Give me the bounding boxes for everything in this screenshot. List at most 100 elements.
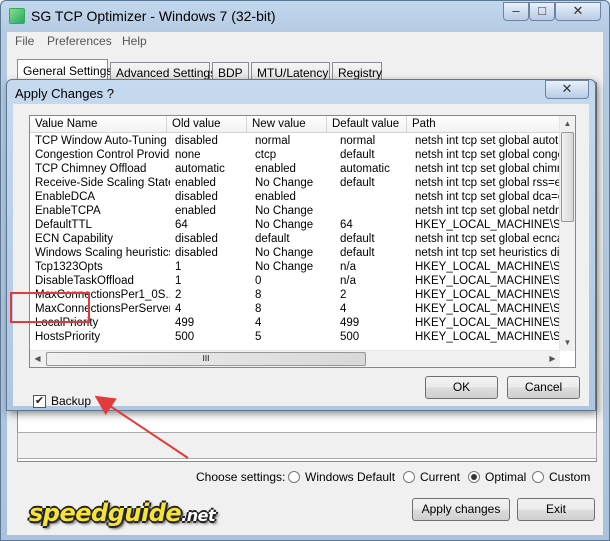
menu-file[interactable]: File xyxy=(15,34,34,48)
col-header-new-value[interactable]: New value xyxy=(247,116,327,133)
table-cell: No Change xyxy=(255,219,314,231)
radio-current[interactable]: Current xyxy=(403,470,460,484)
table-row[interactable]: MaxConnectionsPerServer 4 8 4 HKEY_LOCAL_MAC… xyxy=(30,302,565,316)
radio-circle xyxy=(532,471,544,483)
table-cell: ctcp xyxy=(255,149,277,161)
table-cell: HKEY_LOCAL_MACHINE\SYS xyxy=(415,261,565,273)
ok-button[interactable]: OK xyxy=(425,376,498,399)
app-icon xyxy=(9,8,25,24)
table-cell: netsh int tcp set global ecncapa xyxy=(415,233,565,245)
table-cell: 500 xyxy=(175,331,195,343)
table-cell: netsh int tcp set global chimney xyxy=(415,163,565,175)
table-cell: 4 xyxy=(255,317,262,329)
settings-group-box xyxy=(17,432,597,459)
table-cell: 5 xyxy=(255,331,262,343)
dialog-title: Apply Changes ? xyxy=(15,86,115,101)
table-cell: 4 xyxy=(340,303,347,315)
minimize-button[interactable]: – xyxy=(503,2,529,21)
table-cell: HKEY_LOCAL_MACHINE\SYS xyxy=(415,275,565,287)
menu-help[interactable]: Help xyxy=(122,34,147,48)
changes-list[interactable]: Value Name Old value New value Default v… xyxy=(29,115,576,368)
table-cell: HKEY_LOCAL_MACHINE\SOF xyxy=(415,289,565,301)
table-cell: netsh int tcp set global dca=ena xyxy=(415,191,565,203)
radio-circle xyxy=(288,471,300,483)
scroll-right-arrow-icon[interactable]: ▶ xyxy=(545,351,560,367)
table-cell: 2 xyxy=(340,289,347,301)
table-cell: 500 xyxy=(340,331,360,343)
table-row[interactable]: ECN Capability disabled default default nets… xyxy=(30,232,565,246)
window-title: SG TCP Optimizer - Windows 7 (32-bit) xyxy=(31,8,276,24)
table-cell: default xyxy=(340,233,375,245)
table-cell: netsh int tcp set global netdma= xyxy=(415,205,565,217)
radio-label: Windows Default xyxy=(305,470,396,484)
scroll-up-arrow-icon[interactable]: ▲ xyxy=(560,116,575,132)
dialog-close-button[interactable]: ✕ xyxy=(545,80,589,99)
cancel-button[interactable]: Cancel xyxy=(507,376,580,399)
table-cell: EnableDCA xyxy=(35,191,96,203)
col-header-default-value[interactable]: Default value xyxy=(327,116,407,133)
table-cell: normal xyxy=(340,135,376,147)
col-header-path[interactable]: Path xyxy=(407,116,560,133)
table-cell: enabled xyxy=(255,163,296,175)
apply-changes-dialog: Apply Changes ? ✕ Value Name Old value N… xyxy=(6,79,596,411)
table-cell: DisableTaskOffload xyxy=(35,275,134,287)
table-cell: TCP Window Auto-Tuning xyxy=(35,135,167,147)
table-cell: 8 xyxy=(255,303,262,315)
exit-button[interactable]: Exit xyxy=(517,498,595,521)
table-cell: 499 xyxy=(175,317,195,329)
table-cell: 0 xyxy=(255,275,262,287)
table-row[interactable]: EnableTCPA enabled No Change netsh int tcp … xyxy=(30,204,565,218)
vertical-scroll-thumb[interactable] xyxy=(561,132,574,222)
table-row[interactable]: DisableTaskOffload 1 0 n/a HKEY_LOCAL_MACHIN… xyxy=(30,274,565,288)
table-cell: EnableTCPA xyxy=(35,205,101,217)
scroll-down-arrow-icon[interactable]: ▼ xyxy=(560,335,575,351)
table-cell: Windows Scaling heuristics xyxy=(35,247,170,259)
col-header-value-name[interactable]: Value Name xyxy=(30,116,167,133)
table-cell: ECN Capability xyxy=(35,233,113,245)
table-cell: default xyxy=(255,233,290,245)
vertical-scrollbar[interactable]: ▲ ▼ xyxy=(559,116,575,351)
table-cell: default xyxy=(340,247,375,259)
horizontal-scroll-thumb[interactable]: III xyxy=(46,352,366,366)
close-button[interactable]: ✕ xyxy=(555,2,601,21)
table-cell: No Change xyxy=(255,247,314,259)
scroll-left-arrow-icon[interactable]: ◀ xyxy=(30,351,45,367)
table-cell: 1 xyxy=(175,275,182,287)
horizontal-scrollbar[interactable]: ◀ III ▶ xyxy=(30,350,560,367)
table-row[interactable]: TCP Chimney Offload automatic enabled autom… xyxy=(30,162,565,176)
table-cell: disabled xyxy=(175,191,218,203)
table-row[interactable]: Tcp1323Opts 1 No Change n/a HKEY_LOCAL_MACHI… xyxy=(30,260,565,274)
radio-label: Custom xyxy=(549,470,591,484)
table-row[interactable]: MaxConnectionsPer1_0S... 2 8 2 HKEY_LOCAL_MA… xyxy=(30,288,565,302)
radio-optimal[interactable]: Optimal xyxy=(468,470,526,484)
table-row[interactable]: LocalPriority 499 4 499 HKEY_LOCAL_MACHINE\S… xyxy=(30,316,565,330)
maximize-button[interactable]: □ xyxy=(529,2,555,21)
menu-preferences[interactable]: Preferences xyxy=(47,34,112,48)
table-cell: Congestion Control Provider xyxy=(35,149,170,161)
table-row[interactable]: Congestion Control Provider none ctcp defau… xyxy=(30,148,565,162)
table-cell: enabled xyxy=(175,177,216,189)
radio-windows-default[interactable]: Windows Default xyxy=(288,470,395,484)
table-row[interactable]: TCP Window Auto-Tuning disabled normal norm… xyxy=(30,134,565,148)
radio-circle xyxy=(403,471,415,483)
table-row[interactable]: Windows Scaling heuristics disabled No Cha… xyxy=(30,246,565,260)
radio-custom[interactable]: Custom xyxy=(532,470,590,484)
table-cell: normal xyxy=(255,135,291,147)
speedguide-logo: speedguide.net xyxy=(29,499,249,529)
table-cell: disabled xyxy=(175,233,218,245)
table-row[interactable]: HostsPriority 500 5 500 HKEY_LOCAL_MACHINE\S… xyxy=(30,330,565,344)
table-row[interactable]: DefaultTTL 64 No Change 64 HKEY_LOCAL_MACHIN… xyxy=(30,218,565,232)
table-row[interactable]: EnableDCA disabled enabled netsh int tcp se… xyxy=(30,190,565,204)
table-cell: Tcp1323Opts xyxy=(35,261,103,273)
backup-checkbox[interactable]: ✔ Backup xyxy=(27,390,101,412)
table-cell: netsh int tcp set global congest xyxy=(415,149,565,161)
table-cell: 64 xyxy=(340,219,353,231)
table-row[interactable]: Receive-Side Scaling State enabled No Chan… xyxy=(30,176,565,190)
col-header-old-value[interactable]: Old value xyxy=(167,116,247,133)
table-cell: enabled xyxy=(255,191,296,203)
table-cell: DefaultTTL xyxy=(35,219,92,231)
apply-changes-button[interactable]: Apply changes xyxy=(412,498,510,521)
table-cell: 8 xyxy=(255,289,262,301)
table-cell: 1 xyxy=(175,261,182,273)
table-cell: TCP Chimney Offload xyxy=(35,163,147,175)
